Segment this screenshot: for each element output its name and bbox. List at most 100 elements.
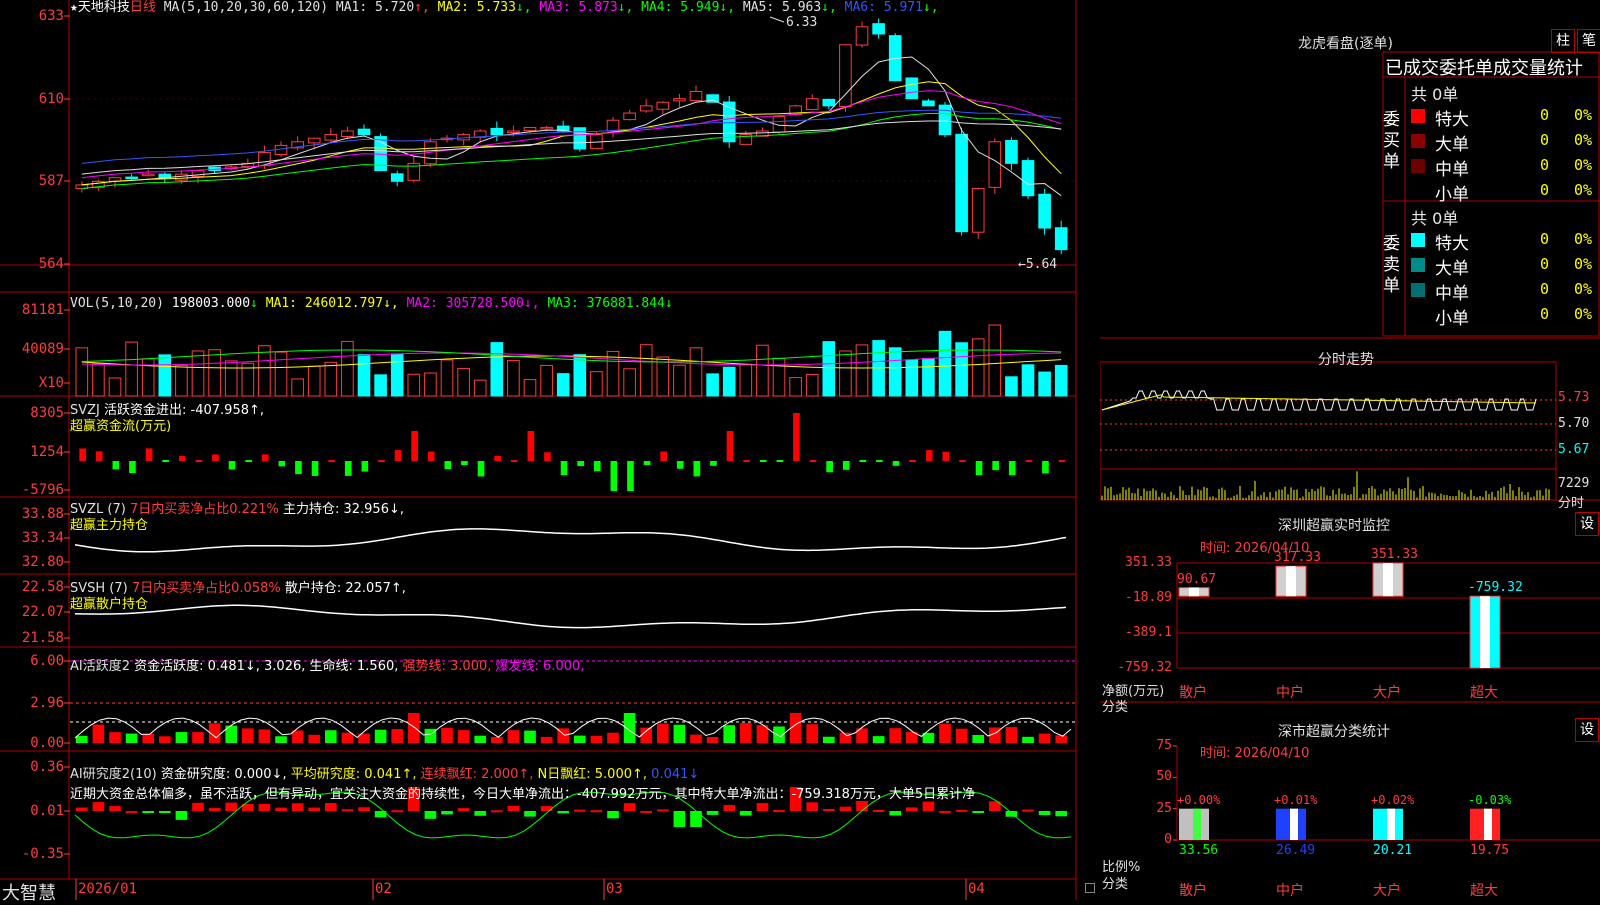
szc-change-1: +0.01% [1274, 792, 1318, 807]
ai1-bar [159, 736, 171, 743]
candle-body [922, 100, 935, 107]
szc-change-3: -0.03% [1468, 792, 1512, 807]
right-panel-svg [1100, 51, 1600, 841]
volume-bar [639, 344, 653, 397]
ai2-bar [939, 810, 951, 813]
volume-bar [673, 364, 686, 397]
volume-bar [905, 359, 919, 397]
svzj-tick [809, 460, 817, 462]
ai2-bar [557, 811, 570, 814]
main-chart-area[interactable]: 6.33 ←5.64 ★天地科技日线 MA(5,10,20,30,60,120) … [0, 0, 1100, 904]
sell-name-0: 特大 [1435, 234, 1469, 254]
volume-bar [158, 354, 172, 397]
ai1-bar [374, 729, 387, 743]
vol-ylabel-0: 81181 [21, 302, 64, 318]
szm-ylabel-0: 351.33 [1125, 555, 1172, 570]
ai1-burst: 爆发线: 6.000, [495, 659, 585, 674]
volume-bar [440, 359, 454, 397]
szc-category-0: 散户 [1179, 883, 1207, 899]
ai2-bar [175, 811, 188, 820]
sz-class-settings-button[interactable]: 设 [1575, 718, 1599, 742]
szc-value-3: 19.75 [1470, 843, 1510, 858]
ma3-value: MA3: 5.873 [531, 0, 618, 15]
buy-name-3: 小单 [1435, 185, 1469, 205]
szm-ylabel-3: -759.32 [1117, 660, 1172, 675]
volume-bar [689, 347, 703, 397]
svzj-bar [643, 461, 651, 466]
ai2-bar [491, 810, 503, 813]
svzj-bar [975, 461, 983, 476]
svzj-tick [245, 460, 252, 462]
ma1-arrow: ↑, [414, 0, 430, 15]
volume-bar [324, 361, 338, 397]
buy-color-swatch-0 [1411, 109, 1425, 123]
volume-bar [92, 362, 105, 397]
ma5-arrow: ↓, [821, 0, 837, 15]
volume-bar [108, 377, 122, 397]
sell-pct-2: 0% [1574, 280, 1593, 298]
ai2-bar [972, 811, 985, 813]
svzj-tick [859, 460, 867, 462]
ma4-value: MA4: 5.949 [633, 0, 720, 15]
volume-bar [1054, 364, 1068, 397]
szc-bar-highlight-3 [1484, 808, 1492, 840]
high-price-marker: 6.33 [786, 15, 817, 30]
brand-logo: 大智慧 [2, 883, 56, 904]
svzj-bar [710, 461, 717, 466]
vol-value: 198003.000 [171, 296, 251, 311]
svzl-header: SVZL (7) 7日内买卖净占比0.221% 主力持仓: 32.956↓, 超… [70, 502, 404, 534]
intraday-price-low: 5.67 [1558, 442, 1590, 457]
main-chart-svg[interactable]: 6.33 ←5.64 [0, 0, 1100, 900]
volume-bar [1005, 376, 1018, 397]
buy-count-2: 0 [1540, 156, 1550, 174]
ai2-bar [756, 803, 769, 811]
longhu-title: 龙虎看盘(逐单) [1298, 36, 1393, 52]
right-panel: 龙虎看盘(逐单) 柱 笔 已成交委托单成交量统计 委买单 委卖单 共 0单 共 … [1100, 0, 1600, 900]
volume-bar [1021, 364, 1035, 397]
volume-bar [473, 379, 487, 397]
ai1-bar [192, 732, 204, 743]
vol-ma1: MA1: 246012.797↓, [265, 296, 399, 311]
ai2-bar [341, 809, 354, 812]
period-label[interactable]: 日线 [130, 0, 156, 15]
pen-mode-button[interactable]: 笔 [1577, 29, 1600, 53]
ma5-value: MA5: 5.963 [735, 0, 822, 15]
szm-category-2: 大户 [1373, 685, 1401, 701]
ai2-bar [1005, 811, 1018, 817]
volume-bar [490, 342, 504, 397]
bar-mode-button[interactable]: 柱 [1551, 29, 1575, 53]
szm-value-label-1: 317.33 [1274, 550, 1321, 566]
sz-monitor-settings-button[interactable]: 设 [1575, 512, 1599, 536]
vol-ma2: MA2: 305728.500↓, [406, 296, 540, 311]
sell-count-3: 0 [1540, 305, 1550, 323]
volume-bar [590, 371, 603, 397]
volume-bar [656, 356, 670, 397]
buy-name-1: 大单 [1435, 135, 1469, 155]
ai2-bar [806, 802, 819, 811]
lock-icon[interactable] [1085, 883, 1095, 893]
star-icon: ★ [70, 0, 78, 15]
svzj-bar [411, 431, 418, 461]
svzj-bar [577, 461, 584, 467]
volume-bar [258, 345, 271, 397]
ai2-last: 0.041↓ [651, 767, 700, 782]
volume-bar [224, 360, 238, 397]
szm-value-label-3: -759.32 [1468, 580, 1523, 596]
ai1-bar [640, 727, 653, 743]
szm-value-label-0: 90.67 [1177, 571, 1217, 587]
ai2-bar [258, 803, 271, 811]
ai2-bar [1055, 811, 1068, 817]
ai1-bar [1022, 736, 1034, 743]
szc-ylabel-1: 50 [1156, 769, 1172, 785]
buy-pct-2: 0% [1574, 156, 1593, 174]
candle-body [1021, 160, 1035, 197]
buy-pct-3: 0% [1574, 181, 1593, 199]
buy-color-swatch-1 [1411, 134, 1425, 148]
ai2-bar [955, 809, 968, 812]
ai2-bar [424, 811, 437, 819]
szm-value-label-2: 351.33 [1371, 547, 1418, 562]
buy-color-swatch-2 [1411, 159, 1425, 173]
candle-body [855, 26, 869, 46]
ai1-bar [457, 730, 470, 743]
sell-count-2: 0 [1540, 280, 1550, 298]
